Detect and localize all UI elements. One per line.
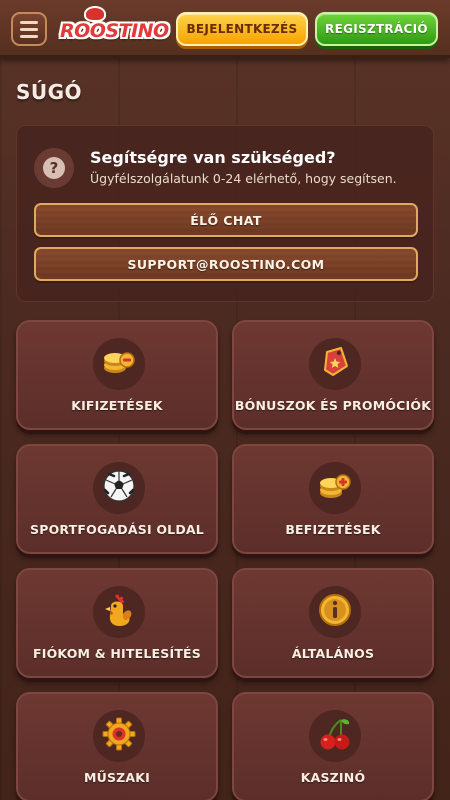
rooster-icon <box>105 594 132 626</box>
category-label: BÓNUSZOK ÉS PROMÓCIÓK <box>234 398 432 413</box>
category-label: KASZINÓ <box>300 770 366 785</box>
category-card-deposits[interactable]: BEFIZETÉSEK <box>232 444 434 554</box>
top-header: ROOSTINO BEJELENTKEZÉS REGISZTRÁCIÓ <box>0 0 450 58</box>
category-label: MŰSZAKI <box>83 770 151 785</box>
page-title: SÚGÓ <box>16 80 83 104</box>
category-card-technical[interactable]: MŰSZAKI <box>16 692 218 800</box>
info-icon <box>319 594 351 626</box>
category-card-account[interactable]: FIÓKOM & HITELESÍTÉS <box>16 568 218 678</box>
register-button[interactable]: REGISZTRÁCIÓ <box>315 12 438 46</box>
category-label: FIÓKOM & HITELESÍTÉS <box>32 646 201 661</box>
category-label: BEFIZETÉSEK <box>285 522 381 537</box>
gear-icon <box>102 717 136 751</box>
help-subtext: Ügyfélszolgálatunk 0-24 elérhető, hogy s… <box>90 171 397 186</box>
question-icon: ? <box>34 148 74 188</box>
login-button[interactable]: BEJELENTKEZÉS <box>176 12 308 46</box>
support-email-button[interactable]: SUPPORT@ROOSTINO.COM <box>34 247 418 281</box>
category-label: ÁLTALÁNOS <box>291 646 375 661</box>
category-card-bonuses[interactable]: BÓNUSZOK ÉS PROMÓCIÓK <box>232 320 434 430</box>
menu-line <box>20 34 38 38</box>
hamburger-menu-button[interactable] <box>11 12 47 46</box>
category-card-general[interactable]: ÁLTALÁNOS <box>232 568 434 678</box>
roostino-logo[interactable]: ROOSTINO <box>60 6 169 50</box>
help-panel: ? Segítségre van szükséged? Ügyfélszolgá… <box>16 125 434 302</box>
category-card-payouts[interactable]: KIFIZETÉSEK <box>16 320 218 430</box>
help-heading: Segítségre van szükséged? <box>90 148 336 167</box>
category-label: SPORTFOGADÁSI OLDAL <box>30 522 204 537</box>
cherries-icon <box>320 719 350 750</box>
coins-withdraw-icon <box>104 352 135 373</box>
category-card-sportsbook[interactable]: SPORTFOGADÁSI OLDAL <box>16 444 218 554</box>
menu-line <box>20 27 38 31</box>
logo-text: ROOSTINO <box>60 20 169 42</box>
menu-line <box>20 20 38 24</box>
live-chat-button[interactable]: ÉLŐ CHAT <box>34 203 418 237</box>
bonus-tag-icon <box>324 347 348 376</box>
category-label: KIFIZETÉSEK <box>71 398 163 413</box>
coins-deposit-icon <box>320 474 351 498</box>
question-icon-glyph: ? <box>43 157 65 179</box>
soccer-ball-icon <box>103 470 135 502</box>
category-card-casino[interactable]: KASZINÓ <box>232 692 434 800</box>
